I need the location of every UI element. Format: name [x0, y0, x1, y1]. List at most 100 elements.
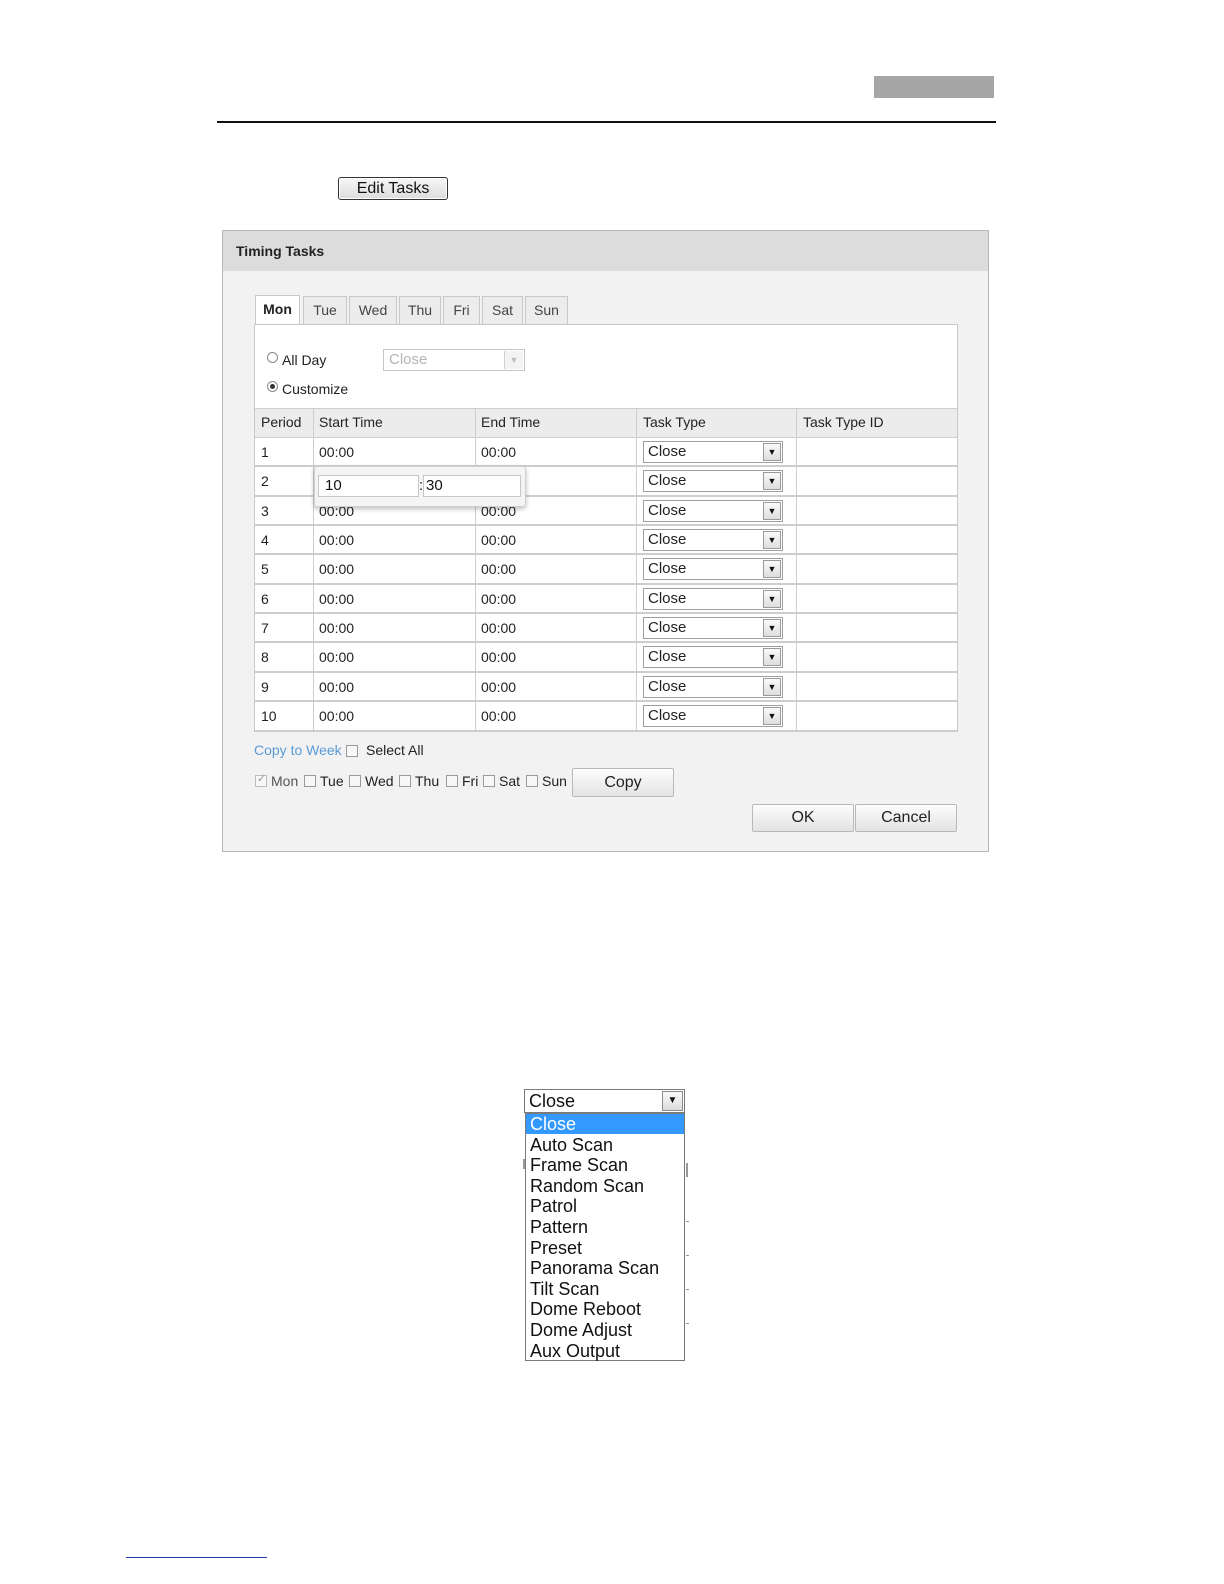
copy-day-checkbox-wed[interactable]	[349, 775, 361, 787]
start-time-cell[interactable]: 00:00	[319, 620, 354, 636]
row-divider	[255, 612, 957, 614]
chevron-down-icon[interactable]: ▼	[763, 590, 781, 608]
copy-day-checkbox-thu[interactable]	[399, 775, 411, 787]
start-time-cell[interactable]: 00:00	[319, 532, 354, 548]
task-type-select[interactable]: Close ▼	[643, 646, 783, 668]
end-time-cell[interactable]: 00:00	[481, 444, 516, 460]
task-type-select[interactable]: Close ▼	[643, 617, 783, 639]
column-header-task-type-id: Task Type ID	[803, 414, 884, 430]
end-time-cell[interactable]: 00:00	[481, 708, 516, 724]
end-time-cell[interactable]: 00:00	[481, 679, 516, 695]
start-time-cell[interactable]: 00:00	[319, 679, 354, 695]
task-type-option[interactable]: Panorama Scan	[526, 1258, 684, 1278]
edit-tasks-button[interactable]: Edit Tasks	[338, 177, 448, 200]
chevron-down-icon[interactable]: ▼	[763, 502, 781, 520]
period-cell: 10	[261, 708, 277, 724]
task-type-select[interactable]: Close ▼	[643, 558, 783, 580]
chevron-down-icon[interactable]: ▼	[763, 560, 781, 578]
start-time-cell[interactable]: 00:00	[319, 591, 354, 607]
task-type-option[interactable]: Frame Scan	[526, 1155, 684, 1175]
copy-day-label-tue: Tue	[320, 773, 344, 789]
select-all-checkbox[interactable]	[346, 745, 358, 757]
task-type-option[interactable]: Preset	[526, 1238, 684, 1258]
row-divider	[255, 553, 957, 555]
tab-sun[interactable]: Sun	[525, 296, 568, 324]
task-type-option[interactable]: Random Scan	[526, 1176, 684, 1196]
task-type-option[interactable]: Aux Output	[526, 1341, 684, 1361]
customize-label: Customize	[282, 381, 349, 397]
hour-input[interactable]: 10	[318, 475, 419, 497]
chevron-down-icon[interactable]: ▼	[763, 472, 781, 490]
task-type-select[interactable]: Close ▼	[643, 500, 783, 522]
task-type-select-value: Close	[529, 1091, 576, 1111]
end-time-cell[interactable]: 00:00	[481, 591, 516, 607]
task-type-option[interactable]: Patrol	[526, 1196, 684, 1216]
task-type-option[interactable]: Close	[526, 1114, 684, 1134]
task-type-select[interactable]: Close ▼	[643, 470, 783, 492]
all-day-radio[interactable]	[267, 352, 278, 363]
row-divider	[255, 524, 957, 526]
end-time-cell[interactable]: 00:00	[481, 620, 516, 636]
start-time-cell[interactable]: 00:00	[319, 708, 354, 724]
copy-day-checkbox-sat[interactable]	[483, 775, 495, 787]
start-time-cell[interactable]: 00:00	[319, 444, 354, 460]
customize-radio[interactable]	[267, 381, 278, 392]
header-gray-block	[874, 76, 994, 98]
task-type-option[interactable]: Tilt Scan	[526, 1279, 684, 1299]
start-time-cell[interactable]: 00:00	[319, 649, 354, 665]
row-divider	[255, 730, 957, 732]
task-type-option[interactable]: Auto Scan	[526, 1135, 684, 1155]
chevron-down-icon[interactable]: ▼	[763, 648, 781, 666]
row-divider	[255, 700, 957, 702]
chevron-down-icon[interactable]: ▼	[763, 678, 781, 696]
task-type-options-list: Close Auto Scan Frame Scan Random Scan Patro…	[525, 1113, 685, 1361]
tab-fri[interactable]: Fri	[443, 296, 480, 324]
chevron-down-icon[interactable]: ▼	[662, 1091, 683, 1111]
task-type-select[interactable]: Close ▼	[524, 1089, 685, 1113]
copy-day-checkbox-mon[interactable]	[255, 772, 267, 787]
dialog-title-bar	[223, 231, 988, 271]
all-day-select-value: Close	[389, 351, 428, 368]
copy-day-checkbox-tue[interactable]	[304, 775, 316, 787]
start-time-cell[interactable]: 00:00	[319, 561, 354, 577]
row-divider	[255, 583, 957, 585]
copy-day-label-fri: Fri	[462, 773, 479, 789]
tab-thu[interactable]: Thu	[399, 296, 441, 324]
task-type-select[interactable]: Close ▼	[643, 705, 783, 727]
task-type-select[interactable]: Close ▼	[643, 441, 783, 463]
task-type-select[interactable]: Close ▼	[643, 529, 783, 551]
background-fragment	[686, 1163, 688, 1177]
ok-button[interactable]: OK	[752, 804, 854, 832]
copy-day-checkbox-sun[interactable]	[526, 775, 538, 787]
dialog-title: Timing Tasks	[236, 243, 325, 259]
tab-wed[interactable]: Wed	[349, 296, 397, 324]
copy-day-label-sat: Sat	[499, 773, 521, 789]
chevron-down-icon[interactable]: ▼	[763, 443, 781, 461]
task-type-option[interactable]: Dome Adjust	[526, 1320, 684, 1340]
all-day-task-select[interactable]: Close ▼	[383, 349, 525, 371]
task-type-value: Close	[648, 619, 687, 636]
task-type-select[interactable]: Close ▼	[643, 676, 783, 698]
end-time-cell[interactable]: 00:00	[481, 649, 516, 665]
end-time-cell[interactable]: 00:00	[481, 532, 516, 548]
end-time-cell[interactable]: 00:00	[481, 561, 516, 577]
column-divider	[796, 408, 797, 730]
chevron-down-icon[interactable]: ▼	[763, 619, 781, 637]
copy-day-label-wed: Wed	[365, 773, 394, 789]
tab-mon[interactable]: Mon	[255, 295, 300, 325]
task-type-select[interactable]: Close ▼	[643, 588, 783, 610]
copy-day-label-sun: Sun	[542, 773, 567, 789]
chevron-down-icon[interactable]: ▼	[763, 531, 781, 549]
copy-button[interactable]: Copy	[572, 768, 674, 797]
period-cell: 3	[261, 503, 269, 519]
task-type-option[interactable]: Dome Reboot	[526, 1299, 684, 1319]
column-header-task-type: Task Type	[643, 414, 706, 430]
cancel-button[interactable]: Cancel	[855, 804, 957, 832]
period-cell: 7	[261, 620, 269, 636]
minute-input[interactable]: 30	[423, 475, 521, 497]
copy-day-checkbox-fri[interactable]	[446, 775, 458, 787]
tab-sat[interactable]: Sat	[482, 296, 523, 324]
chevron-down-icon[interactable]: ▼	[763, 707, 781, 725]
task-type-option[interactable]: Pattern	[526, 1217, 684, 1237]
tab-tue[interactable]: Tue	[303, 296, 347, 324]
